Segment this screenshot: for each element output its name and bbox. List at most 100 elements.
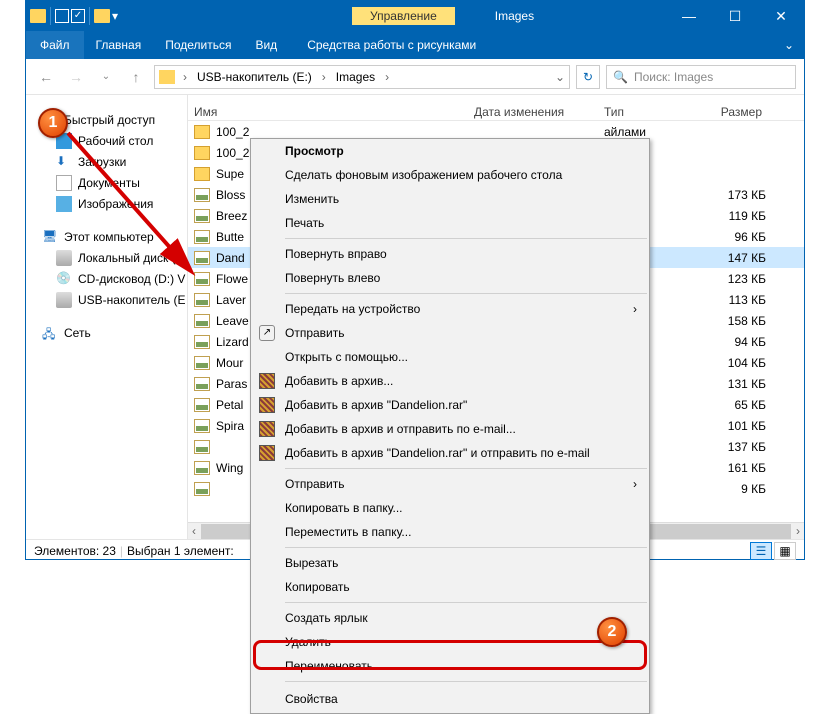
quick-access-toolbar: ▾ <box>26 7 122 25</box>
window-title: Images <box>495 9 534 23</box>
ctx-copy[interactable]: Копировать <box>251 575 649 599</box>
image-icon <box>194 461 210 475</box>
ctx-rotate-left[interactable]: Повернуть влево <box>251 266 649 290</box>
ctx-delete[interactable]: Удалить <box>251 630 649 654</box>
separator <box>285 238 647 239</box>
close-button[interactable]: ✕ <box>758 1 804 31</box>
ctx-properties[interactable]: Свойства <box>251 685 649 713</box>
usb-icon <box>56 292 72 308</box>
file-size: 131 КБ <box>694 377 774 391</box>
file-size: 173 КБ <box>694 188 774 202</box>
annotation-arrow <box>60 125 210 283</box>
context-menu: Просмотр Сделать фоновым изображением ра… <box>250 138 650 714</box>
annotation-marker-2: 2 <box>597 617 627 647</box>
separator <box>285 293 647 294</box>
breadcrumb[interactable]: USB-накопитель (E:) <box>195 70 314 84</box>
ctx-openwith[interactable]: Открыть с помощью... <box>251 345 649 369</box>
ctx-rar-email[interactable]: Добавить в архив и отправить по e-mail..… <box>251 417 649 441</box>
ctx-shortcut[interactable]: Создать ярлык <box>251 606 649 630</box>
separator <box>285 602 647 603</box>
home-tab[interactable]: Главная <box>84 31 154 59</box>
qat-box-icon[interactable] <box>55 9 69 23</box>
item-count: Элементов: 23 <box>34 544 116 558</box>
expand-ribbon-icon[interactable]: ⌄ <box>774 38 804 52</box>
address-row: ← → ⌄ ↑ › USB-накопитель (E:) › Images ›… <box>26 59 804 95</box>
ctx-send[interactable]: ↗Отправить <box>251 321 649 345</box>
file-size: 147 КБ <box>694 251 774 265</box>
file-size: 161 КБ <box>694 461 774 475</box>
separator <box>50 7 51 25</box>
ctx-preview[interactable]: Просмотр <box>251 139 649 163</box>
address-bar[interactable]: › USB-накопитель (E:) › Images › ⌄ <box>154 65 570 89</box>
network-icon: 🖧 <box>42 325 58 341</box>
ctx-rar-named-email[interactable]: Добавить в архив "Dandelion.rar" и отпра… <box>251 441 649 465</box>
qat-check-icon[interactable] <box>71 9 85 23</box>
view-tab[interactable]: Вид <box>243 31 289 59</box>
separator <box>89 7 90 25</box>
ctx-print[interactable]: Печать <box>251 211 649 235</box>
scroll-left-icon[interactable]: ‹ <box>188 524 200 538</box>
ctx-rotate-right[interactable]: Повернуть вправо <box>251 242 649 266</box>
file-tab[interactable]: Файл <box>26 31 84 59</box>
breadcrumb[interactable]: Images <box>334 70 377 84</box>
file-size: 104 КБ <box>694 356 774 370</box>
chevron-right-icon: › <box>633 477 637 491</box>
chevron-right-icon[interactable]: › <box>320 70 328 84</box>
file-size: 158 КБ <box>694 314 774 328</box>
ctx-copyto[interactable]: Копировать в папку... <box>251 496 649 520</box>
scroll-right-icon[interactable]: › <box>792 524 804 538</box>
file-size: 9 КБ <box>694 482 774 496</box>
image-icon <box>194 293 210 307</box>
share-tab[interactable]: Поделиться <box>153 31 243 59</box>
ctx-rar-add[interactable]: Добавить в архив... <box>251 369 649 393</box>
file-size: 137 КБ <box>694 440 774 454</box>
image-icon <box>194 482 210 496</box>
search-box[interactable]: 🔍 Поиск: Images <box>606 65 796 89</box>
type-header[interactable]: Тип <box>598 105 688 119</box>
file-size: 65 КБ <box>694 398 774 412</box>
ctx-wallpaper[interactable]: Сделать фоновым изображением рабочего ст… <box>251 163 649 187</box>
column-headers: Имя Дата изменения Тип Размер <box>188 95 804 121</box>
winrar-icon <box>259 373 275 389</box>
chevron-right-icon[interactable]: › <box>181 70 189 84</box>
minimize-button[interactable]: — <box>666 1 712 31</box>
file-size: 101 КБ <box>694 419 774 433</box>
separator <box>285 468 647 469</box>
winrar-icon <box>259 421 275 437</box>
recent-button[interactable]: ⌄ <box>94 65 118 89</box>
ctx-rename[interactable]: Переименовать <box>251 654 649 678</box>
qat-dropdown-icon[interactable]: ▾ <box>112 9 118 23</box>
winrar-icon <box>259 397 275 413</box>
picture-tools-tab[interactable]: Средства работы с рисунками <box>295 31 488 59</box>
refresh-button[interactable]: ↻ <box>576 65 600 89</box>
forward-button[interactable]: → <box>64 65 88 89</box>
maximize-button[interactable]: ☐ <box>712 1 758 31</box>
date-header[interactable]: Дата изменения <box>468 105 598 119</box>
winrar-icon <box>259 445 275 461</box>
size-header[interactable]: Размер <box>688 105 768 119</box>
icons-view-button[interactable]: ▦ <box>774 542 796 560</box>
ctx-sendto[interactable]: Отправить› <box>251 472 649 496</box>
ctx-cast[interactable]: Передать на устройство› <box>251 297 649 321</box>
ctx-cut[interactable]: Вырезать <box>251 551 649 575</box>
up-button[interactable]: ↑ <box>124 65 148 89</box>
ctx-rar-named[interactable]: Добавить в архив "Dandelion.rar" <box>251 393 649 417</box>
file-type: айлами <box>604 125 694 139</box>
name-header[interactable]: Имя <box>188 105 468 119</box>
details-view-button[interactable]: ☰ <box>750 542 772 560</box>
file-size: 113 КБ <box>694 293 774 307</box>
ctx-edit[interactable]: Изменить <box>251 187 649 211</box>
image-icon <box>194 398 210 412</box>
ctx-moveto[interactable]: Переместить в папку... <box>251 520 649 544</box>
folder-icon[interactable] <box>94 9 110 23</box>
back-button[interactable]: ← <box>34 65 58 89</box>
folder-icon <box>30 9 46 23</box>
file-size: 94 КБ <box>694 335 774 349</box>
image-icon <box>194 419 210 433</box>
search-icon: 🔍 <box>613 70 628 84</box>
image-icon <box>194 377 210 391</box>
address-dropdown-icon[interactable]: ⌄ <box>555 70 565 84</box>
usb-drive-item[interactable]: USB-накопитель (E <box>26 289 187 310</box>
chevron-right-icon[interactable]: › <box>383 70 391 84</box>
network[interactable]: 🖧Сеть <box>26 322 187 343</box>
